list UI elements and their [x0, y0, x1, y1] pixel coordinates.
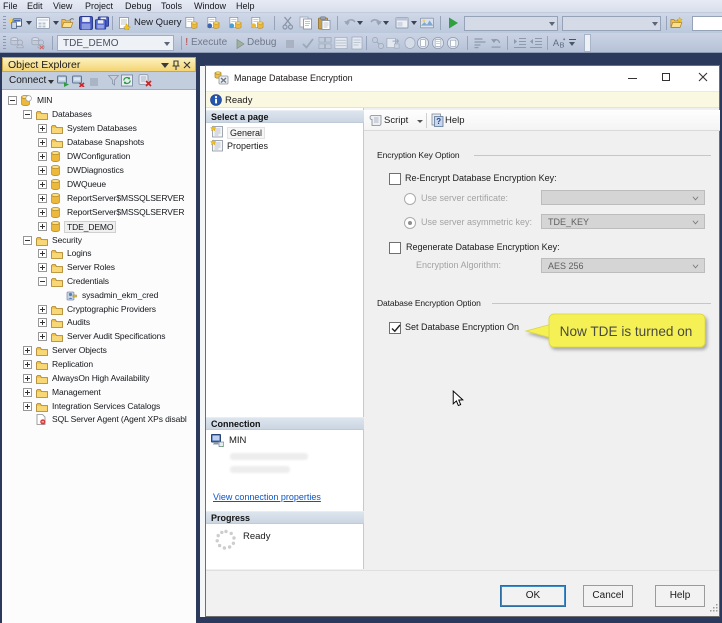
- svg-text:?: ?: [436, 117, 441, 126]
- svg-text:B: B: [559, 41, 564, 50]
- svg-text:Now TDE is turned on: Now TDE is turned on: [560, 324, 693, 339]
